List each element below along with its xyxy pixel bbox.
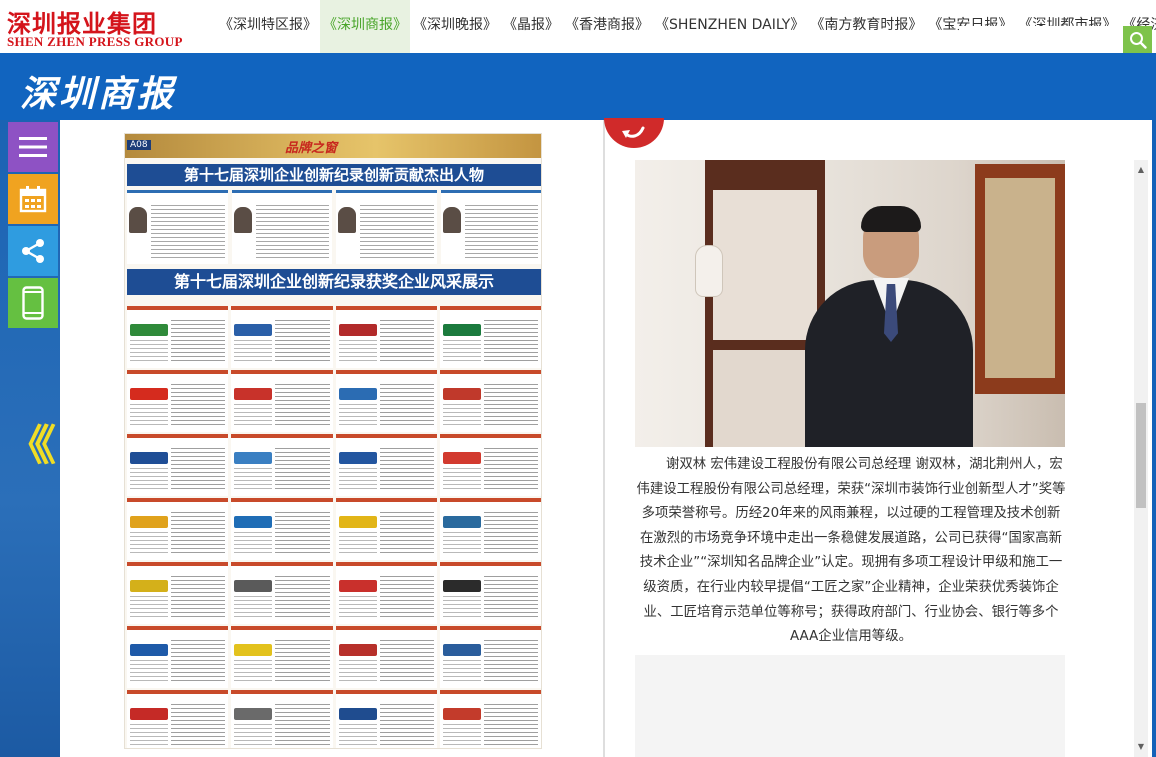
nav-item-shenzhen-daily[interactable]: 《SHENZHEN DAILY》 <box>652 0 807 53</box>
caption-text: 谢双林 宏伟建设工程股份有限公司总经理 谢双林，湖北荆州人，宏伟建设工程股份有限… <box>636 457 1066 645</box>
enterprise-ad[interactable] <box>231 626 333 688</box>
article-photo <box>635 160 1065 447</box>
enterprise-ad[interactable] <box>127 370 229 432</box>
article-caption: 谢双林 宏伟建设工程股份有限公司总经理 谢双林，湖北荆州人，宏伟建设工程股份有限… <box>635 453 1067 650</box>
calendar-button[interactable] <box>8 174 58 224</box>
search-button[interactable] <box>1123 26 1152 53</box>
enterprise-ad[interactable] <box>335 690 437 748</box>
article-continuation <box>635 655 1065 757</box>
share-icon <box>22 239 44 263</box>
group-logo-english[interactable]: SHEN ZHEN PRESS GROUP <box>7 34 183 50</box>
enterprise-ad[interactable] <box>439 626 541 688</box>
masthead-band: 深圳商报 <box>0 53 1156 120</box>
nav-item-jingbao[interactable]: 《晶报》 <box>500 0 562 53</box>
calendar-icon <box>19 186 47 213</box>
nav-item-xianggang-shangbao[interactable]: 《香港商报》 <box>562 0 652 53</box>
previous-page-button[interactable]: 《《 <box>7 412 56 473</box>
enterprise-ad[interactable] <box>335 626 437 688</box>
enterprise-ad[interactable] <box>127 562 229 624</box>
paper-title: 深圳商报 <box>20 73 177 115</box>
scroll-down-arrow-icon[interactable]: ▼ <box>1134 737 1148 755</box>
enterprise-ad[interactable] <box>439 562 541 624</box>
enterprise-ad[interactable] <box>127 498 229 560</box>
search-input[interactable] <box>959 26 1123 53</box>
enterprise-ad[interactable] <box>335 562 437 624</box>
scrollbar-thumb[interactable] <box>1136 403 1146 508</box>
headline-innovators[interactable]: 第十七届深圳企业创新纪录创新贡献杰出人物 <box>127 164 541 186</box>
nav-item-nanfang-jiaoyu[interactable]: 《南方教育时报》 <box>807 0 925 53</box>
mobile-icon <box>22 286 44 320</box>
share-button[interactable] <box>8 226 58 276</box>
enterprise-ad[interactable] <box>439 690 541 748</box>
page-number: A08 <box>127 140 151 150</box>
enterprise-ad[interactable] <box>439 498 541 560</box>
enterprise-ad[interactable] <box>439 306 541 368</box>
enterprise-ad[interactable] <box>439 370 541 432</box>
menu-button[interactable] <box>8 122 58 172</box>
enterprise-ad[interactable] <box>231 562 333 624</box>
scroll-up-arrow-icon[interactable]: ▲ <box>1134 160 1148 178</box>
enterprise-ad[interactable] <box>127 434 229 496</box>
double-chevron-left-icon: 《《 <box>7 421 56 470</box>
mobile-button[interactable] <box>8 278 58 328</box>
profile-card[interactable] <box>440 190 541 264</box>
enterprise-grid <box>127 306 541 748</box>
nav-item-tequbao[interactable]: 《深圳特区报》 <box>216 0 320 53</box>
profile-row <box>127 190 541 264</box>
enterprise-ad[interactable] <box>335 370 437 432</box>
enterprise-ad[interactable] <box>127 690 229 748</box>
enterprise-ad[interactable] <box>127 626 229 688</box>
nav-item-wanbao[interactable]: 《深圳晚报》 <box>410 0 500 53</box>
newspaper-page-image[interactable]: A08 品牌之窗 第十七届深圳企业创新纪录创新贡献杰出人物 第十七届深圳企业创新… <box>124 133 542 749</box>
search-icon <box>1129 31 1147 49</box>
enterprise-ad[interactable] <box>231 306 333 368</box>
nav-item-shangbao[interactable]: 《深圳商报》 <box>320 0 410 53</box>
enterprise-ad[interactable] <box>127 306 229 368</box>
enterprise-ad[interactable] <box>231 434 333 496</box>
enterprise-ad[interactable] <box>335 306 437 368</box>
page-divider <box>603 120 605 757</box>
enterprise-ad[interactable] <box>335 434 437 496</box>
enterprise-ad[interactable] <box>231 370 333 432</box>
enterprise-ad[interactable] <box>439 434 541 496</box>
enterprise-ad[interactable] <box>335 498 437 560</box>
menu-icon <box>19 137 47 157</box>
profile-card[interactable] <box>336 190 437 264</box>
page-banner-title: 品牌之窗 <box>285 141 338 156</box>
enterprise-ad[interactable] <box>231 498 333 560</box>
enterprise-ad[interactable] <box>231 690 333 748</box>
profile-card[interactable] <box>231 190 332 264</box>
profile-card[interactable] <box>127 190 228 264</box>
return-arrow-icon <box>622 126 645 138</box>
headline-enterprises[interactable]: 第十七届深圳企业创新纪录获奖企业风采展示 <box>127 269 541 295</box>
